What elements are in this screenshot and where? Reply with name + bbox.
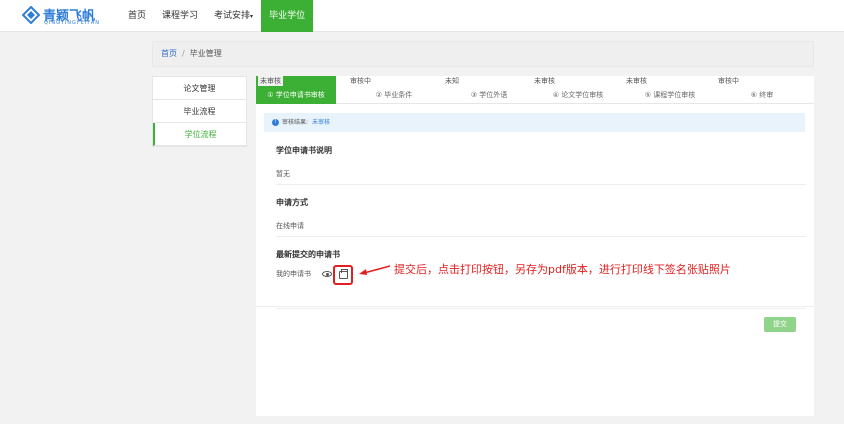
sidebar-item-degree-process[interactable]: 学位流程 — [153, 123, 246, 146]
step-status: 审核中 — [718, 77, 739, 85]
print-button[interactable] — [333, 265, 353, 285]
annotation-arrow-icon — [359, 265, 391, 275]
step-status: 审核中 — [350, 77, 371, 85]
step-final-review[interactable]: 审核中 ⑥ 终审 — [716, 76, 808, 104]
step-status: 未知 — [445, 77, 459, 85]
breadcrumb: 首页 / 毕业管理 — [152, 41, 814, 67]
step-thesis-degree-review[interactable]: 未审核 ④ 论文学位审核 — [532, 76, 624, 104]
nav-graduation-degree[interactable]: 毕业学位 — [261, 0, 314, 32]
application-file-row: 我的申请书 — [276, 265, 353, 285]
step-status: 未审核 — [258, 76, 283, 86]
step-label: ⑥ 终审 — [750, 91, 774, 99]
alert-value: 未审核 — [312, 119, 331, 126]
main-nav: 首页 课程学习 考试安排▾ 毕业学位 — [120, 0, 314, 32]
step-status: 未审核 — [626, 77, 647, 85]
sidebar-item-thesis[interactable]: 论文管理 — [153, 77, 246, 100]
section-application-explanation: 学位申请书说明 暂无 — [276, 145, 806, 185]
info-icon: ! — [272, 119, 279, 126]
nav-exam-schedule[interactable]: 考试安排▾ — [206, 0, 261, 32]
brand-subtitle: QINGYINGFEIFAN — [44, 20, 101, 26]
chevron-down-icon: ▾ — [250, 13, 254, 20]
breadcrumb-home-link[interactable]: 首页 — [161, 49, 177, 58]
main-panel: 未审核 ① 学位申请书审核 审核中 ② 毕业条件 未知 ③ 学位外语 未审核 ④… — [256, 76, 814, 416]
eye-icon[interactable] — [322, 271, 332, 277]
step-label: ③ 学位外语 — [470, 91, 508, 99]
section-application-method: 申请方式 在线申请 — [276, 197, 806, 237]
section-title: 最新提交的申请书 — [276, 250, 340, 259]
top-navbar: 青颖飞帆 QINGYINGFEIFAN 首页 课程学习 考试安排▾ 毕业学位 — [0, 0, 844, 32]
step-application-review[interactable]: 未审核 ① 学位申请书审核 — [256, 76, 336, 104]
sidebar-item-graduation-process[interactable]: 毕业流程 — [153, 100, 246, 123]
section-title: 申请方式 — [276, 198, 308, 207]
annotation-note: 提交后，点击打印按钮，另存为pdf版本，进行打印线下签名张贴照片 — [394, 263, 731, 276]
step-course-degree-review[interactable]: 未审核 ⑤ 课程学位审核 — [624, 76, 716, 104]
step-graduation-conditions[interactable]: 审核中 ② 毕业条件 — [348, 76, 440, 104]
section-latest-application: 最新提交的申请书 我的申请书 — [276, 249, 806, 309]
section-body: 在线申请 — [276, 222, 304, 230]
step-status: 未审核 — [534, 77, 555, 85]
step-label: ① 学位申请书审核 — [267, 91, 325, 99]
breadcrumb-separator: / — [182, 49, 185, 58]
brand-logo[interactable]: 青颖飞帆 QINGYINGFEIFAN — [22, 4, 100, 28]
breadcrumb-current: 毕业管理 — [189, 49, 222, 58]
step-label: ④ 论文学位审核 — [552, 91, 604, 99]
nav-home[interactable]: 首页 — [120, 0, 154, 32]
step-label: ⑤ 课程学位审核 — [644, 91, 696, 99]
divider — [256, 306, 814, 307]
submit-button[interactable]: 提交 — [764, 317, 796, 332]
step-label: ② 毕业条件 — [375, 91, 413, 99]
process-steps: 未审核 ① 学位申请书审核 审核中 ② 毕业条件 未知 ③ 学位外语 未审核 ④… — [256, 76, 814, 104]
application-file-name: 我的申请书 — [276, 270, 311, 278]
section-body: 暂无 — [276, 170, 290, 178]
review-result-alert: ! 审核结果: 未审核 — [264, 113, 805, 132]
printer-icon — [339, 269, 348, 279]
section-title: 学位申请书说明 — [276, 146, 332, 155]
nav-course-study[interactable]: 课程学习 — [154, 0, 206, 32]
logo-mark-icon — [22, 6, 40, 24]
alert-label: 审核结果: — [282, 119, 309, 126]
step-degree-foreign-language[interactable]: 未知 ③ 学位外语 — [443, 76, 535, 104]
sidebar-menu: 论文管理 毕业流程 学位流程 — [152, 76, 247, 147]
